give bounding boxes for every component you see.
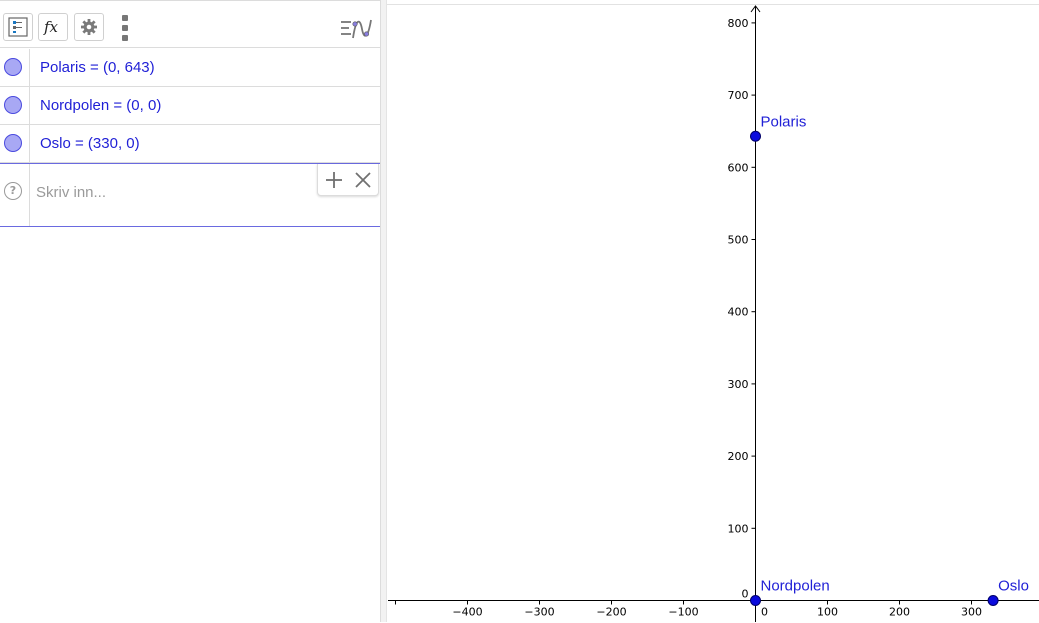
input-marble: ? [0,164,30,226]
x-tick-label: −200 [596,606,626,619]
fx-button[interactable]: fx [38,13,68,41]
algebra-panel: fx Polaris = (0, 643) Nordpolen = (0, 0)… [0,0,380,623]
visibility-toggle[interactable] [0,87,30,124]
axes [388,5,1039,622]
settings-button[interactable] [74,13,104,41]
x-tick-label: 200 [889,606,910,619]
algebra-view-button[interactable] [3,13,33,41]
y-tick-label: 100 [728,522,749,535]
x-tick-label: −300 [524,606,554,619]
close-icon[interactable] [353,170,373,190]
input-actions [317,164,379,196]
menu-dots-icon[interactable] [118,15,132,41]
panel-divider[interactable] [380,0,387,622]
marble-icon [4,134,22,152]
point-label: Polaris [761,113,807,130]
y-tick-label: 400 [728,306,749,319]
point-oslo[interactable] [987,595,999,606]
y-tick-label: 600 [728,161,749,174]
algebra-input[interactable] [36,184,306,201]
y-tick-label: 300 [728,378,749,391]
help-icon[interactable]: ? [4,182,22,200]
point-polaris[interactable] [750,130,761,142]
formula-text[interactable]: Nordpolen = (0, 0) [40,97,161,114]
svg-text:fx: fx [43,18,59,36]
marble-icon [4,58,22,76]
points-group: Polaris Nordpolen Oslo [750,113,1029,606]
x-tick-label: 300 [961,606,982,619]
y-tick-label: 0 [742,588,749,601]
algebra-graphics-toggle-icon[interactable] [340,16,372,42]
point-label: Oslo [998,578,1029,595]
y-tick-label: 500 [728,234,749,247]
algebra-row: Oslo = (330, 0) [0,125,380,163]
y-tick-label: 700 [728,89,749,102]
algebra-toolbar: fx [0,5,380,48]
add-icon[interactable] [324,170,344,190]
x-tick-label: 0 [761,606,768,619]
point-label: Nordpolen [761,578,830,595]
algebra-row: Nordpolen = (0, 0) [0,87,380,125]
x-tick-group: −400 −300 −200 −100 0 100 200 300 [395,600,982,619]
x-tick-label: −100 [668,606,698,619]
algebra-row: Polaris = (0, 643) [0,49,380,87]
graphics-view[interactable]: −400 −300 −200 −100 0 100 200 300 800 700 600 500 4… [388,0,1039,622]
formula-text[interactable]: Polaris = (0, 643) [40,59,155,76]
y-tick-group: 800 700 600 500 400 300 200 100 0 [728,17,756,601]
gear-icon [81,19,97,35]
algebra-view-icon [8,17,28,37]
marble-icon [4,96,22,114]
input-bar: ? [0,163,380,227]
y-tick-label: 200 [728,450,749,463]
x-tick-label: −400 [452,606,482,619]
x-tick-label: 100 [817,606,838,619]
visibility-toggle[interactable] [0,125,30,162]
fx-icon: fx [43,18,59,36]
formula-text[interactable]: Oslo = (330, 0) [40,135,140,152]
visibility-toggle[interactable] [0,49,30,86]
point-nordpolen[interactable] [750,595,761,606]
y-tick-label: 800 [728,17,749,30]
